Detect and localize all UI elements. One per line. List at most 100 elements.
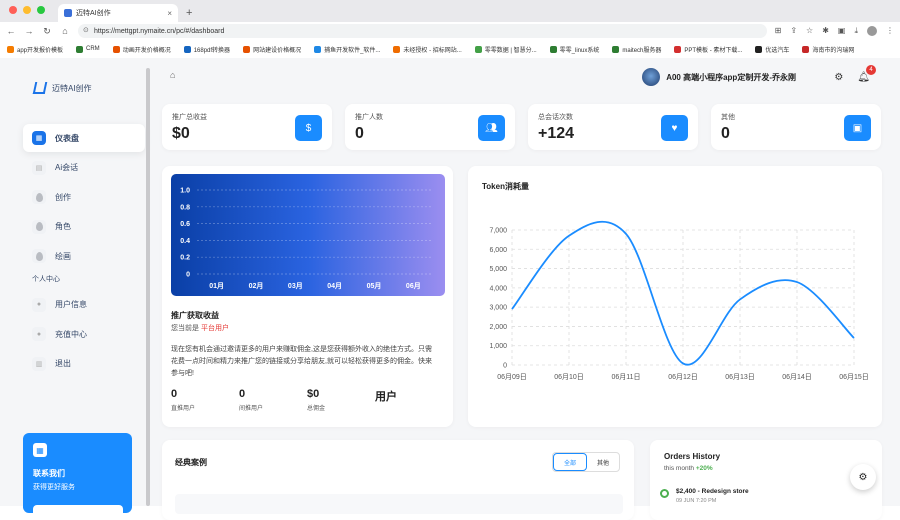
promo-button[interactable] <box>33 505 123 517</box>
bookmark-item[interactable]: 168pdf转换器 <box>183 45 231 54</box>
home-icon[interactable]: ⌂ <box>60 26 70 36</box>
new-tab-button[interactable]: + <box>186 7 192 19</box>
menu-dots-icon[interactable]: ⋮ <box>886 26 894 36</box>
bookmark-item[interactable]: 捕鱼开发软件_软件... <box>314 45 380 54</box>
kpi-indirect-users: 0 间推用户 <box>239 388 307 412</box>
y-tick-label: 0.8 <box>180 204 190 211</box>
x-tick-label: 06月09日 <box>497 373 527 381</box>
dashboard-icon: ▦ <box>32 131 46 145</box>
bookmark-favicon-icon <box>802 45 810 53</box>
case-item[interactable] <box>175 494 623 514</box>
minimize-window-button[interactable] <box>23 6 31 14</box>
extensions-icon[interactable]: ✱ <box>822 26 829 36</box>
download-icon[interactable]: ⤓ <box>854 26 858 36</box>
sidebar-item-dashboard[interactable]: ▦ 仪表盘 <box>23 124 145 152</box>
bookmark-label: 优选汽车 <box>765 47 790 54</box>
brand-logo[interactable]: 迈特AI创作 <box>32 82 92 94</box>
bookmark-item[interactable]: 零零数据 | 智慧分... <box>474 45 537 54</box>
sidebar-item-label: Ai会话 <box>55 163 79 172</box>
kpi-value: 0 <box>239 388 246 400</box>
bookmark-item[interactable]: 未经授权 - 招标网站... <box>393 45 462 54</box>
bookmark-item[interactable]: 优选汽车 <box>755 45 789 54</box>
bookmark-item[interactable]: maitech服务器 <box>612 45 661 54</box>
bookmark-item[interactable]: app开发报价模板 <box>7 45 63 54</box>
address-bar-row: ← → ↻ ⌂ ⊙ https://mettgpt.nymaite.cn/pc/… <box>0 22 900 40</box>
bookmark-label: 168pdf转换器 <box>193 47 231 54</box>
sidebar-item-logout[interactable]: ▥ 退出 <box>23 350 145 378</box>
bookmark-favicon-icon <box>549 45 557 53</box>
order-item[interactable]: $2,400 - Redesign store 09 JUN 7:20 PM <box>660 488 749 504</box>
bookmark-label: app开发报价模板 <box>17 47 64 54</box>
bookmark-item[interactable]: 动画开发价格概况 <box>112 45 171 54</box>
bookmark-favicon-icon <box>755 45 763 53</box>
stat-card-promo-users: 推广人数 0 👥︎ <box>345 104 515 150</box>
sidebar-menu: ▦ 仪表盘 ▤ Ai会话 创作 角色 绘画 个人中心 ● 用户信息 ● 充值中心… <box>23 124 145 379</box>
bookmark-favicon-icon <box>314 45 322 53</box>
close-window-button[interactable] <box>9 6 17 14</box>
tab-all[interactable]: 全部 <box>553 453 587 471</box>
sidebar-toggle-icon[interactable]: ▣ <box>838 26 846 36</box>
bookmark-item[interactable]: CRM <box>76 45 100 53</box>
x-tick-label: 06月15日 <box>839 373 869 381</box>
orders-history-card: Orders History this month +20% $2,400 - … <box>650 440 882 520</box>
back-icon[interactable]: ← <box>6 26 16 36</box>
settings-fab-gear-icon[interactable]: ⚙ <box>850 464 876 490</box>
sidebar-item-user-info[interactable]: ● 用户信息 <box>23 291 145 319</box>
star-icon[interactable]: ☆ <box>806 26 813 36</box>
settings-gear-icon[interactable]: ⚙ <box>834 72 843 83</box>
sidebar-item-ai-chat[interactable]: ▤ Ai会话 <box>23 154 145 182</box>
brand-name: 迈特AI创作 <box>52 83 92 93</box>
x-tick-label: 06月11日 <box>611 373 640 381</box>
y-tick-label: 4,000 <box>489 285 507 292</box>
sidebar-item-label: 用户信息 <box>55 300 87 309</box>
translate-icon[interactable]: ⊞ <box>775 26 782 36</box>
bookmark-favicon-icon <box>674 45 682 53</box>
bookmark-item[interactable]: 零零_linux系统 <box>549 45 599 54</box>
browser-chrome: 迈特AI创作 × + ← → ↻ ⌂ ⊙ https://mettgpt.nym… <box>0 0 900 58</box>
maximize-window-button[interactable] <box>37 6 45 14</box>
share-icon[interactable]: ⇪ <box>790 26 797 36</box>
bookmark-item[interactable]: 海南市的沟瑞网 <box>802 45 854 54</box>
url-text: https://mettgpt.nymaite.cn/pc/#/dashboar… <box>94 27 225 35</box>
cases-card: 经典案例 全部 其他 <box>162 440 634 520</box>
y-tick-label: 1,000 <box>489 343 507 350</box>
user-profile[interactable]: A00 高端小程序app定制开发-乔永刚 <box>642 68 796 86</box>
lock-icon: ⊙ <box>83 27 89 34</box>
token-usage-card: Token消耗量 0 1,000 2,000 3,000 4,000 5,000 6,000… <box>468 166 882 427</box>
promo-title: 联系我们 <box>33 469 65 478</box>
kpi-value: 用户 <box>375 391 397 403</box>
status-ring-icon <box>660 489 669 498</box>
sidebar-item-label: 角色 <box>55 222 71 231</box>
forward-icon[interactable]: → <box>24 26 34 36</box>
x-tick-label: 05月 <box>367 282 382 290</box>
earnings-chart: 0 0.2 0.4 0.6 0.8 1.0 01月 02月 03月 04月 05月 06月 <box>180 188 433 290</box>
top-bar-icons: ⚙ 🔔︎ 4 <box>834 65 876 83</box>
notification-bell-icon[interactable]: 🔔︎ 4 <box>857 65 876 83</box>
x-tick-label: 02月 <box>249 282 264 290</box>
sidebar-item-draw[interactable]: 绘画 <box>23 242 145 270</box>
tab-close-icon[interactable]: × <box>167 9 172 18</box>
sidebar-scrollbar[interactable] <box>146 68 150 506</box>
orders-growth: +20% <box>695 465 713 472</box>
role-prefix: 您当前是 <box>171 325 199 332</box>
bookmark-favicon-icon <box>76 45 84 53</box>
cases-title: 经典案例 <box>175 458 207 467</box>
stat-card-sessions: 总会话次数 +124 ♥ <box>528 104 698 150</box>
sidebar-item-recharge[interactable]: ● 充值中心 <box>23 320 145 348</box>
bookmark-item[interactable]: PPT模板 - 素材下载... <box>674 45 742 54</box>
browser-tab[interactable]: 迈特AI创作 × <box>58 4 178 22</box>
bookmark-item[interactable]: 网站建设价格概况 <box>243 45 301 54</box>
reload-icon[interactable]: ↻ <box>42 26 52 37</box>
url-field[interactable]: ⊙ https://mettgpt.nymaite.cn/pc/#/dashbo… <box>78 24 767 38</box>
user-name: A00 高端小程序app定制开发-乔永刚 <box>666 72 796 82</box>
tab-bar: 迈特AI创作 × + <box>0 0 900 22</box>
earnings-card: 0 0.2 0.4 0.6 0.8 1.0 01月 02月 03月 04月 05月 06月 推广获取收… <box>162 166 453 427</box>
breadcrumb-home-icon[interactable]: ⌂ <box>170 70 175 80</box>
bookmark-favicon-icon <box>612 45 620 53</box>
sidebar-item-create[interactable]: 创作 <box>23 183 145 211</box>
sidebar-item-role[interactable]: 角色 <box>23 213 145 241</box>
bookmark-label: 海南市的沟瑞网 <box>812 47 855 54</box>
stat-card-other: 其他 0 ▣ <box>711 104 881 150</box>
profile-avatar[interactable] <box>867 26 877 36</box>
tab-other[interactable]: 其他 <box>587 453 619 471</box>
